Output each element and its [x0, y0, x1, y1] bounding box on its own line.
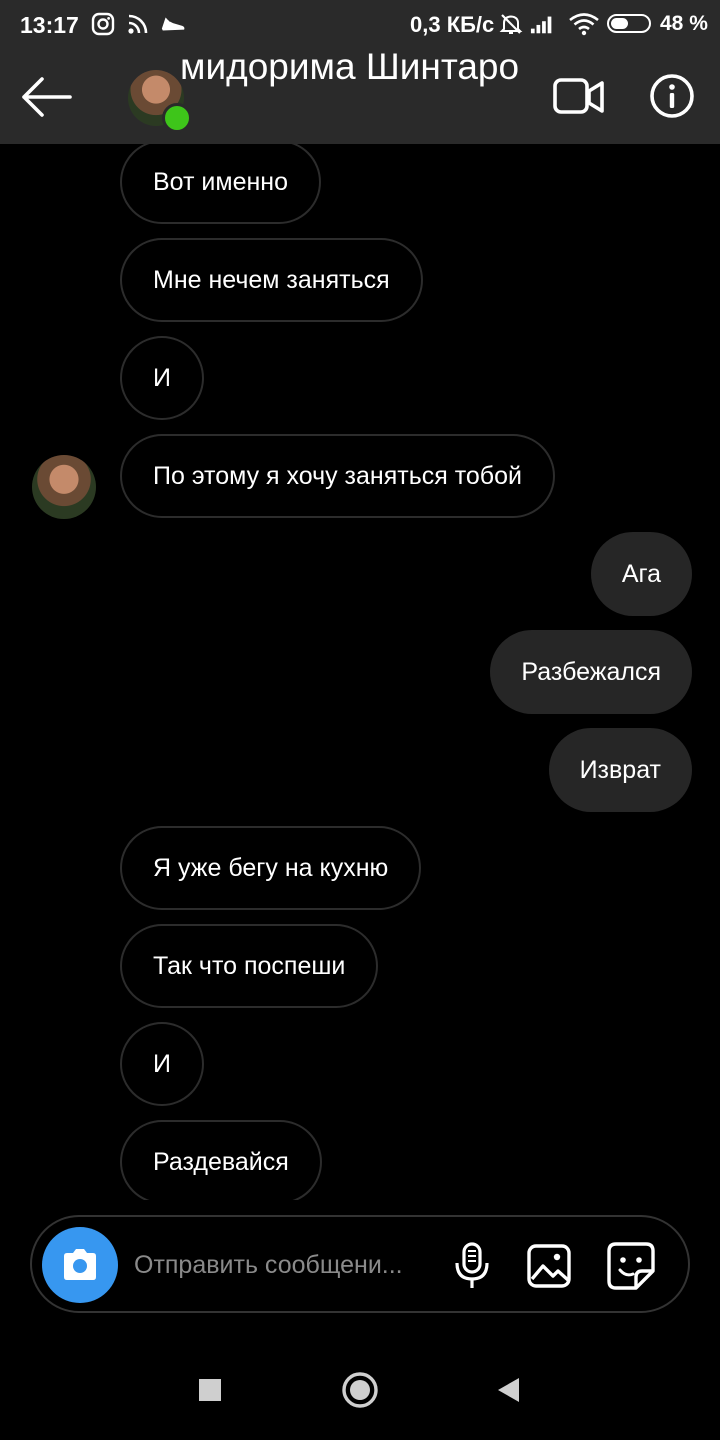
gallery-icon — [527, 1244, 571, 1288]
sticker-button[interactable] — [606, 1241, 656, 1291]
sticker-icon — [607, 1242, 655, 1290]
video-call-icon — [553, 78, 604, 114]
rss-icon — [125, 11, 151, 37]
message-bubble-incoming[interactable]: И — [120, 1022, 204, 1106]
home-circle-icon — [342, 1372, 378, 1408]
bell-off-icon — [498, 11, 524, 37]
recents-button[interactable] — [190, 1370, 230, 1410]
home-button[interactable] — [340, 1370, 380, 1410]
info-icon — [650, 74, 694, 118]
message-bubble-outgoing[interactable]: Изврат — [548, 728, 692, 812]
network-speed: 0,3 КБ/с — [410, 12, 495, 37]
camera-icon — [64, 1249, 96, 1280]
message-bubble-incoming[interactable]: По этому я хочу заняться тобой — [120, 434, 555, 518]
message-bubble-incoming[interactable]: Вот именно — [120, 144, 321, 224]
message-bubble-incoming[interactable]: Мне нечем заняться — [120, 238, 423, 322]
status-time: 13:17 — [20, 12, 79, 38]
message-bubble-incoming[interactable]: Раздевайся — [120, 1120, 322, 1200]
message-thread[interactable]: Вот именно Мне нечем заняться И По этому… — [0, 144, 720, 1200]
sender-avatar[interactable] — [32, 455, 96, 519]
system-nav-bar — [0, 1340, 720, 1440]
info-button[interactable] — [648, 72, 696, 120]
contact-name[interactable]: мидорима Шинтаро — [180, 46, 519, 88]
camera-button[interactable] — [42, 1227, 118, 1303]
online-status-dot — [162, 103, 192, 133]
signal-icon — [530, 11, 556, 37]
microphone-icon — [455, 1242, 489, 1288]
nav-back-button[interactable] — [488, 1370, 528, 1410]
message-input[interactable] — [134, 1243, 434, 1287]
chat-header: мидорима Шинтаро — [0, 46, 720, 144]
message-bubble-incoming[interactable]: И — [120, 336, 204, 420]
recents-square-icon — [199, 1379, 221, 1401]
back-arrow-icon — [22, 77, 72, 117]
wifi-icon — [568, 11, 600, 37]
back-triangle-icon — [498, 1378, 519, 1402]
message-composer — [30, 1215, 690, 1313]
sneaker-icon — [160, 11, 186, 37]
message-bubble-outgoing[interactable]: Ага — [590, 532, 692, 616]
message-bubble-incoming[interactable]: Так что поспеши — [120, 924, 379, 1008]
back-button[interactable] — [20, 72, 76, 122]
voice-message-button[interactable] — [452, 1241, 492, 1291]
message-bubble-incoming[interactable]: Я уже бегу на кухню — [120, 826, 422, 910]
message-bubble-outgoing[interactable]: Разбежался — [490, 630, 692, 714]
battery-percent: 48 % — [660, 12, 708, 35]
instagram-icon — [90, 11, 116, 37]
gallery-button[interactable] — [526, 1243, 572, 1289]
battery-icon — [607, 14, 651, 33]
status-bar: 13:17 0,3 КБ/с 48 % — [0, 0, 720, 50]
video-call-button[interactable] — [552, 74, 606, 120]
